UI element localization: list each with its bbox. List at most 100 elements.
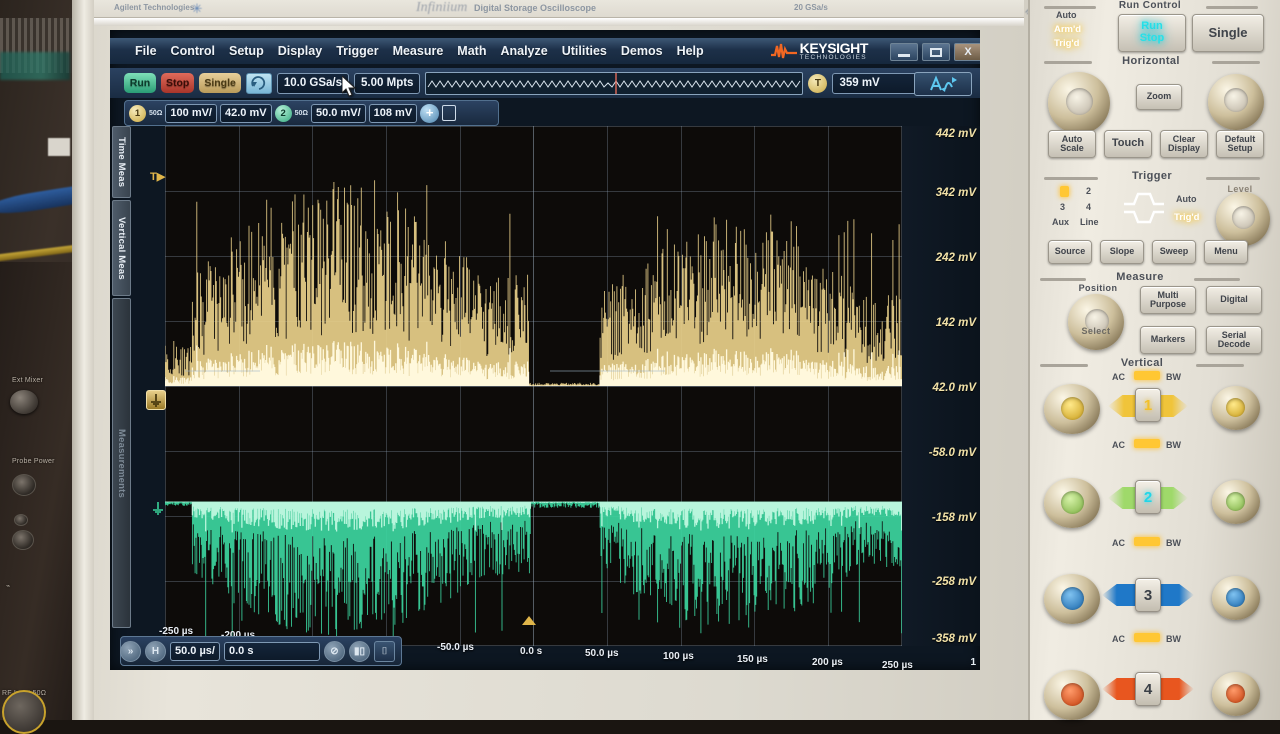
trigger-source-2-label[interactable]: 2 <box>1086 186 1091 196</box>
serial-decode-key[interactable]: Serial Decode <box>1206 326 1262 354</box>
vertical-section-label: Vertical <box>1120 357 1164 369</box>
measure-select-knob[interactable] <box>1068 294 1124 350</box>
single-key[interactable]: Single <box>1192 14 1264 52</box>
menu-item-utilities[interactable]: Utilities <box>555 44 614 58</box>
roll-mode-button[interactable]: ⌷ <box>373 640 395 662</box>
auto-scale-key[interactable]: Auto Scale <box>1048 130 1096 158</box>
trigger-sweep-key[interactable]: Sweep <box>1152 240 1196 264</box>
ch4-key[interactable]: 4 <box>1135 672 1161 706</box>
digital-key[interactable]: Digital <box>1206 286 1262 314</box>
channel-2-offset-field[interactable]: 108 mV <box>368 103 418 123</box>
ch1-scale-knob[interactable] <box>1044 384 1100 434</box>
menu-item-control[interactable]: Control <box>164 44 222 58</box>
channel-1-ground-marker[interactable] <box>146 390 166 410</box>
channel-1-offset-field[interactable]: 42.0 mV <box>220 103 272 123</box>
run-button[interactable]: Run <box>124 73 156 93</box>
ch1-offset-knob[interactable] <box>1212 386 1260 430</box>
ch1-key[interactable]: 1 <box>1135 388 1161 422</box>
ch2-offset-knob[interactable] <box>1212 480 1260 524</box>
menu-item-measure[interactable]: Measure <box>386 44 451 58</box>
ch3-scale-knob[interactable] <box>1044 574 1100 624</box>
trigger-slope-key[interactable]: Slope <box>1100 240 1144 264</box>
channel-2-badge[interactable]: 2 <box>274 104 292 122</box>
ch3-offset-knob[interactable] <box>1212 576 1260 620</box>
trigger-section-label: Trigger <box>1131 170 1173 182</box>
ch1-bw-label: BW <box>1166 372 1181 382</box>
add-channel-button[interactable]: + <box>420 103 440 123</box>
equipment-label-tag <box>48 138 70 156</box>
ch4-ac-label: AC <box>1112 634 1125 644</box>
run-stop-key[interactable]: Run Stop <box>1118 14 1186 52</box>
auto-scale-icon <box>930 75 957 92</box>
clear-display-button[interactable] <box>245 72 272 94</box>
menu-item-analyze[interactable]: Analyze <box>493 44 554 58</box>
trigger-menu-key[interactable]: Menu <box>1204 240 1248 264</box>
ch2-key[interactable]: 2 <box>1135 480 1161 514</box>
channel-2-ground-marker[interactable] <box>148 498 168 518</box>
menu-item-setup[interactable]: Setup <box>222 44 271 58</box>
tab-vertical-meas[interactable]: Vertical Meas <box>112 200 131 296</box>
v-tick-42: 42.0 mV <box>932 382 976 394</box>
trigger-position-marker[interactable] <box>522 616 536 625</box>
keysight-brand-sub: TECHNOLOGIES <box>799 54 867 61</box>
probe-power-jack[interactable] <box>12 474 36 496</box>
menu-item-help[interactable]: Help <box>670 44 711 58</box>
menu-item-file[interactable]: File <box>128 44 164 58</box>
ch3-key[interactable]: 3 <box>1135 578 1161 612</box>
waveform-overview-strip[interactable] <box>425 71 804 95</box>
ext-mixer-connector[interactable] <box>10 390 38 414</box>
trigger-level-marker[interactable]: T▶ <box>150 170 165 183</box>
zoom-toggle-button[interactable]: ⊘ <box>323 640 345 662</box>
timebase-scale-field[interactable]: 50.0 µs/ <box>170 641 220 661</box>
menu-item-display[interactable]: Display <box>271 44 329 58</box>
menu-item-math[interactable]: Math <box>450 44 493 58</box>
small-jack-b[interactable] <box>12 530 34 550</box>
trigger-auto-label: Auto <box>1176 194 1197 204</box>
menu-item-trigger[interactable]: Trigger <box>329 44 385 58</box>
horizontal-scale-knob[interactable] <box>1048 72 1110 134</box>
ch2-coupling-led <box>1134 439 1160 448</box>
channel-1-badge[interactable]: 1 <box>129 104 146 122</box>
trigger-source-line-label[interactable]: Line <box>1080 217 1099 227</box>
default-setup-key[interactable]: Default Setup <box>1216 130 1264 158</box>
trigger-level-field[interactable]: 359 mV <box>832 72 919 94</box>
touch-key[interactable]: Touch <box>1104 130 1152 158</box>
expand-toolbar-button[interactable]: » <box>120 640 141 662</box>
ch4-scale-knob[interactable] <box>1044 670 1100 720</box>
tab-time-meas[interactable]: Time Meas <box>112 126 131 198</box>
zoom-key[interactable]: Zoom <box>1136 84 1182 110</box>
ch4-offset-knob[interactable] <box>1212 672 1260 716</box>
clear-display-key[interactable]: Clear Display <box>1160 130 1208 158</box>
timebase-position-field[interactable]: 0.0 s <box>223 641 320 661</box>
stop-button[interactable]: Stop <box>161 73 195 93</box>
ch2-scale-knob[interactable] <box>1044 478 1100 528</box>
sample-rate-field[interactable]: 10.0 GSa/s <box>276 72 350 94</box>
restore-button[interactable] <box>922 43 950 61</box>
digital-channels-icon[interactable] <box>442 105 457 121</box>
v-tick-n358: -358 mV <box>931 633 976 645</box>
background-display-glow <box>0 52 70 80</box>
waveform-grid[interactable] <box>165 126 902 646</box>
close-button[interactable]: X <box>954 43 980 61</box>
horizontal-position-knob[interactable] <box>1208 74 1264 130</box>
trigger-source-3-label[interactable]: 3 <box>1060 202 1065 212</box>
multi-purpose-key[interactable]: Multi Purpose <box>1140 286 1196 314</box>
tab-measurements[interactable]: Measurements <box>112 298 131 628</box>
channel-1-scale-field[interactable]: 100 mV/ <box>165 103 217 123</box>
minimize-button[interactable] <box>890 43 918 61</box>
single-button[interactable]: Single <box>199 73 241 93</box>
trigger-source-key[interactable]: Source <box>1048 240 1092 264</box>
trigger-source-aux-label[interactable]: Aux <box>1052 217 1069 227</box>
acquisition-mode-button[interactable]: ▮▯ <box>348 640 370 662</box>
rf-input-connector[interactable] <box>2 690 46 734</box>
trigger-source-1-led <box>1060 186 1069 197</box>
trigger-level-knob[interactable] <box>1216 192 1270 246</box>
menu-item-demos[interactable]: Demos <box>614 44 670 58</box>
auto-scale-button[interactable] <box>914 72 972 96</box>
screenshot-root: Ext Mixer Probe Power ⌁ RF Input 50Ω ✳ A… <box>0 0 1280 734</box>
markers-key[interactable]: Markers <box>1140 326 1196 354</box>
memory-depth-field[interactable]: 5.00 Mpts <box>354 72 421 94</box>
trigger-source-4-label[interactable]: 4 <box>1086 202 1091 212</box>
small-jack-a[interactable] <box>14 514 28 526</box>
channel-2-scale-field[interactable]: 50.0 mV/ <box>311 103 366 123</box>
